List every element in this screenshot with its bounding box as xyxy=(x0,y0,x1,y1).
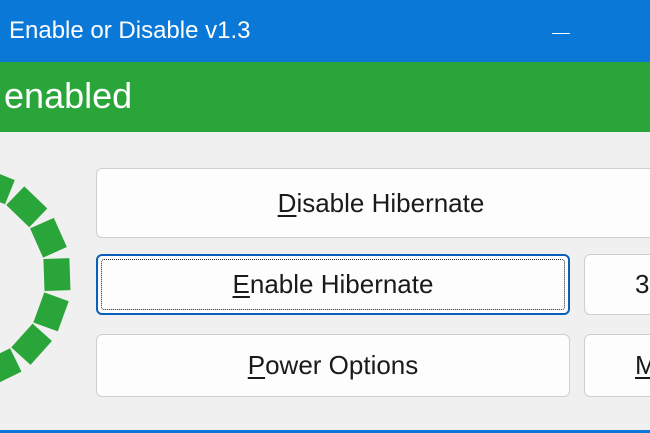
logo-segment xyxy=(0,348,22,386)
logo-segment xyxy=(30,217,67,258)
status-banner: e enabled xyxy=(0,62,650,132)
disable-hibernate-button[interactable]: Disable Hibernate xyxy=(96,168,650,238)
mnemonic-e: E xyxy=(232,269,250,299)
minimize-icon xyxy=(552,33,570,34)
button-label: nable Hibernate xyxy=(249,269,434,299)
mnemonic-p: P xyxy=(247,350,266,380)
status-text: e enabled xyxy=(0,75,133,116)
button-label: 3 xyxy=(635,269,650,299)
logo-segment xyxy=(6,186,48,228)
button-label: ower Options xyxy=(265,350,419,380)
logo-segment xyxy=(33,292,69,332)
dashed-circle-icon xyxy=(0,168,71,386)
mnemonic-d: D xyxy=(277,187,297,218)
minimize-button[interactable] xyxy=(530,0,590,62)
right-bottom-button[interactable]: M xyxy=(584,334,650,397)
enable-hibernate-button[interactable]: Enable Hibernate xyxy=(96,254,570,315)
mnemonic-m: M xyxy=(635,350,650,381)
logo-segment xyxy=(43,258,71,291)
power-options-button[interactable]: Power Options xyxy=(96,334,570,397)
app-title: Enable or Disable v1.3 xyxy=(9,17,251,44)
button-label: isable Hibernate xyxy=(296,187,485,218)
logo-segment xyxy=(11,323,52,365)
title-bar: Enable or Disable v1.3 xyxy=(0,0,650,62)
right-top-button[interactable]: 3 xyxy=(584,254,650,315)
